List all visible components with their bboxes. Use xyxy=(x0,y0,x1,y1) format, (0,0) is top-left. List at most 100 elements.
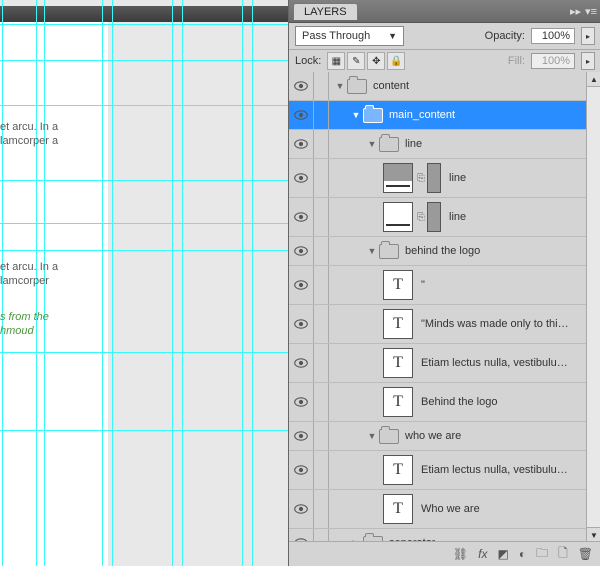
adjustment-icon[interactable]: ◐ xyxy=(519,547,526,561)
collapse-icon[interactable]: ▸▸ xyxy=(570,5,581,18)
guide-horizontal[interactable] xyxy=(0,250,288,251)
guide-horizontal[interactable] xyxy=(0,352,288,353)
blend-mode-value: Pass Through xyxy=(302,30,370,42)
document-canvas[interactable]: et arcu. In alamcorper a et arcu. In ala… xyxy=(0,0,288,566)
text-snippet: et arcu. In alamcorper a xyxy=(0,120,105,148)
layer-row[interactable]: ▼ content xyxy=(289,72,600,101)
layer-name[interactable]: main_content xyxy=(389,109,455,121)
scroll-down-icon[interactable]: ▼ xyxy=(587,527,600,542)
layer-row[interactable]: ⎘line xyxy=(289,198,600,237)
layer-row[interactable]: ⎘ line xyxy=(289,159,600,198)
layer-row[interactable]: ▼ behind the logo xyxy=(289,237,600,266)
vector-mask-thumb[interactable] xyxy=(427,202,441,232)
visibility-eye-icon[interactable] xyxy=(289,237,314,265)
blend-opacity-bar: Pass Through ▼ Opacity: 100% ▸ xyxy=(289,23,600,50)
layers-tab[interactable]: LAYERS xyxy=(293,3,358,20)
layer-row[interactable]: T"Minds was made only to think, but cre.… xyxy=(289,305,600,344)
new-layer-icon[interactable]: 🗋 xyxy=(558,544,568,565)
visibility-eye-icon[interactable] xyxy=(289,383,314,421)
vector-mask-thumb[interactable] xyxy=(427,163,441,193)
visibility-eye-icon[interactable] xyxy=(289,101,314,129)
guide-horizontal[interactable] xyxy=(0,180,288,181)
guide-horizontal[interactable] xyxy=(0,223,288,224)
link-column xyxy=(314,198,329,236)
guide-vertical[interactable] xyxy=(252,0,253,566)
layer-row[interactable]: T" xyxy=(289,266,600,305)
visibility-eye-icon[interactable] xyxy=(289,72,314,100)
lock-all-icon[interactable]: 🔒 xyxy=(387,52,405,70)
layer-row[interactable]: T Who we are xyxy=(289,490,600,529)
layer-name[interactable]: content xyxy=(373,80,409,92)
twist-open-icon[interactable]: ▼ xyxy=(367,431,377,441)
lock-pixels-icon[interactable]: ✎ xyxy=(347,52,365,70)
text-snippet-quote: s from thehmoud xyxy=(0,310,105,338)
layer-row[interactable]: TEtiam lectus nulla, vestibulum vel luct… xyxy=(289,344,600,383)
layer-name[interactable]: Etiam lectus nulla, vestibulum vel luctu… xyxy=(421,357,571,369)
layer-row[interactable]: ▼ main_content xyxy=(289,101,600,130)
fill-flyout-icon[interactable]: ▸ xyxy=(581,52,595,70)
lock-bar: Lock: ▦ ✎ ✥ 🔒 Fill: 100% ▸ xyxy=(289,50,600,73)
layer-row[interactable]: ▼ line xyxy=(289,130,600,159)
link-column xyxy=(314,237,329,265)
visibility-eye-icon[interactable] xyxy=(289,490,314,528)
layer-name[interactable]: line xyxy=(449,211,466,223)
text-layer-thumb: T xyxy=(383,494,413,524)
layer-name[interactable]: behind the logo xyxy=(405,245,480,257)
layer-name[interactable]: line xyxy=(449,172,466,184)
layer-name[interactable]: who we are xyxy=(405,430,461,442)
twist-open-icon[interactable]: ▼ xyxy=(335,81,345,91)
new-group-icon[interactable]: 🗀 xyxy=(536,544,548,565)
visibility-eye-icon[interactable] xyxy=(289,305,314,343)
link-column xyxy=(314,266,329,304)
guide-horizontal[interactable] xyxy=(0,105,288,106)
scrollbar[interactable]: ▲ ▼ xyxy=(586,72,600,542)
visibility-eye-icon[interactable] xyxy=(289,451,314,489)
opacity-flyout-icon[interactable]: ▸ xyxy=(581,27,595,45)
layer-row[interactable]: T Behind the logo xyxy=(289,383,600,422)
blend-mode-select[interactable]: Pass Through ▼ xyxy=(295,26,404,46)
link-column xyxy=(314,422,329,450)
panel-footer: ⛓ fx ◩ ◐ 🗀 🗋 🗑 xyxy=(289,541,600,566)
layer-row[interactable]: T Etiam lectus nulla, vestibulum vel luct… xyxy=(289,451,600,490)
lock-label: Lock: xyxy=(295,55,321,67)
guide-horizontal[interactable] xyxy=(0,430,288,431)
twist-open-icon[interactable]: ▼ xyxy=(367,246,377,256)
guide-vertical[interactable] xyxy=(242,0,243,566)
visibility-eye-icon[interactable] xyxy=(289,266,314,304)
panel-tabbar: LAYERS ▸▸ ▾≡ xyxy=(289,0,600,23)
mask-icon[interactable]: ◩ xyxy=(498,547,509,561)
twist-open-icon[interactable]: ▼ xyxy=(351,110,361,120)
text-layer-thumb: T xyxy=(383,455,413,485)
link-clip-icon: ⎘ xyxy=(417,173,425,184)
fx-icon[interactable]: fx xyxy=(478,547,487,561)
layer-name[interactable]: " xyxy=(421,279,425,291)
visibility-eye-icon[interactable] xyxy=(289,344,314,382)
lock-position-icon[interactable]: ✥ xyxy=(367,52,385,70)
scroll-up-icon[interactable]: ▲ xyxy=(587,72,600,87)
guide-horizontal[interactable] xyxy=(0,60,288,61)
opacity-label: Opacity: xyxy=(485,30,525,42)
layer-name[interactable]: Etiam lectus nulla, vestibulum vel luctu… xyxy=(421,464,571,476)
text-layer-thumb: T xyxy=(383,387,413,417)
delete-icon[interactable]: 🗑 xyxy=(578,547,593,561)
guide-vertical[interactable] xyxy=(112,0,113,566)
visibility-eye-icon[interactable] xyxy=(289,159,314,197)
layer-name[interactable]: "Minds was made only to think, but cre..… xyxy=(421,318,571,330)
layer-name[interactable]: line xyxy=(405,138,422,150)
visibility-eye-icon[interactable] xyxy=(289,130,314,158)
guide-vertical[interactable] xyxy=(172,0,173,566)
layer-name[interactable]: Behind the logo xyxy=(421,396,497,408)
guide-vertical[interactable] xyxy=(182,0,183,566)
panel-menu-icon[interactable]: ▾≡ xyxy=(585,5,597,18)
twist-open-icon[interactable]: ▼ xyxy=(367,139,377,149)
layer-name[interactable]: Who we are xyxy=(421,503,480,515)
opacity-input[interactable]: 100% xyxy=(531,28,575,44)
guide-horizontal[interactable] xyxy=(0,24,288,25)
lock-transparent-icon[interactable]: ▦ xyxy=(327,52,345,70)
link-layers-icon[interactable]: ⛓ xyxy=(453,547,468,561)
visibility-eye-icon[interactable] xyxy=(289,198,314,236)
fill-input[interactable]: 100% xyxy=(531,53,575,69)
layer-row[interactable]: ▼ who we are xyxy=(289,422,600,451)
link-column xyxy=(314,344,329,382)
visibility-eye-icon[interactable] xyxy=(289,422,314,450)
